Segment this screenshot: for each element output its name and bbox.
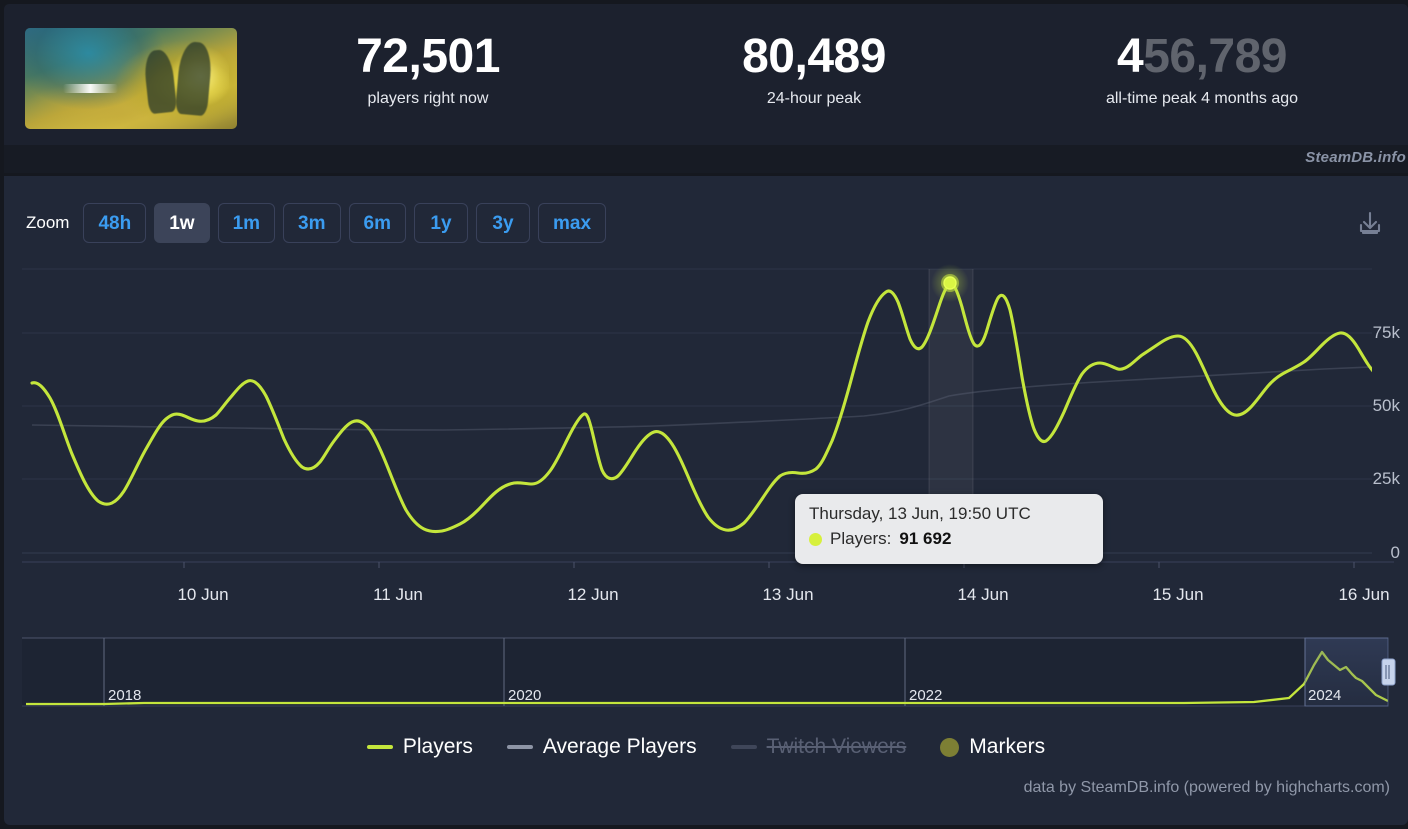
zoom-button-3y[interactable]: 3y xyxy=(475,203,530,243)
stat-value-obscured: 56,789 xyxy=(1143,30,1287,83)
capsule-highlight-streak xyxy=(63,83,119,93)
chart-panel: Zoom 48h 1w 1m 3m 6m 1y 3y max 75k 50k 2… xyxy=(4,176,1408,825)
watermark-bar: SteamDB.info xyxy=(4,145,1408,173)
chart-legend: Players Average Players Twitch Viewers M… xyxy=(4,735,1408,759)
y-axis-label-75k: 75k xyxy=(1372,323,1400,342)
navigator-label-2024: 2024 xyxy=(1308,687,1342,704)
navigator-label-2022: 2022 xyxy=(909,687,943,704)
zoom-button-6m[interactable]: 6m xyxy=(348,203,406,243)
chart-credits[interactable]: data by SteamDB.info (powered by highcha… xyxy=(1024,779,1390,797)
stat-label: all-time peak 4 months ago xyxy=(1105,90,1299,107)
legend-item-markers[interactable]: Markers xyxy=(940,735,1045,759)
steamdb-chart-page: 72,501 players right now 80,489 24-hour … xyxy=(0,0,1408,829)
legend-item-players[interactable]: Players xyxy=(366,735,473,759)
legend-label-markers: Markers xyxy=(969,735,1046,758)
tooltip-series-marker-icon xyxy=(809,532,822,546)
legend-line-icon-players xyxy=(366,745,393,749)
legend-item-average-players[interactable]: Average Players xyxy=(506,735,697,759)
download-icon[interactable] xyxy=(1348,204,1392,244)
stat-players-now: 72,501 players right now xyxy=(254,26,602,110)
stat-all-time-peak: 456,789 all-time peak 4 months ago xyxy=(1026,26,1378,110)
stats-card: 72,501 players right now 80,489 24-hour … xyxy=(4,4,1408,145)
x-axis-label-11-jun: 11 Jun xyxy=(373,585,423,604)
plot-area xyxy=(4,176,1408,825)
stat-value: 456,789 xyxy=(1026,26,1378,88)
legend-line-icon-twitch-viewers xyxy=(730,745,757,749)
y-axis-label-0: 0 xyxy=(1390,543,1400,562)
zoom-button-max[interactable]: max xyxy=(537,203,607,243)
tooltip-series-row: Players: 91 692 xyxy=(809,526,1089,552)
navigator-label-2018: 2018 xyxy=(108,687,142,704)
x-axis-label-13-jun: 13 Jun xyxy=(762,585,814,604)
stat-24h-peak: 80,489 24-hour peak xyxy=(640,26,988,110)
stat-value-visible-digit: 4 xyxy=(1116,30,1144,83)
zoom-button-3m[interactable]: 3m xyxy=(283,203,341,243)
zoom-button-48h[interactable]: 48h xyxy=(83,203,147,243)
legend-dot-icon-markers xyxy=(940,737,960,757)
legend-item-twitch-viewers[interactable]: Twitch Viewers xyxy=(730,735,907,759)
steamdb-watermark: SteamDB.info xyxy=(1305,149,1406,166)
legend-label-twitch-viewers: Twitch Viewers xyxy=(766,735,907,758)
navigator-label-2020: 2020 xyxy=(508,687,542,704)
tooltip-date: Thursday, 13 Jun, 19:50 UTC xyxy=(809,504,1031,523)
x-axis-label-12-jun: 12 Jun xyxy=(567,585,619,604)
tooltip-series-label: Players: xyxy=(830,529,892,548)
stat-value: 80,489 xyxy=(742,30,886,83)
chart-tooltip: Thursday, 13 Jun, 19:50 UTC Players: 91 … xyxy=(795,494,1103,564)
y-axis-label-25k: 25k xyxy=(1372,469,1400,488)
zoom-label: Zoom xyxy=(26,213,70,232)
stat-label: 24-hour peak xyxy=(766,90,862,107)
zoom-range-selector: Zoom 48h 1w 1m 3m 6m 1y 3y max xyxy=(26,202,607,244)
x-axis-label-16-jun: 16 Jun xyxy=(1338,585,1390,604)
zoom-button-1w[interactable]: 1w xyxy=(154,203,210,243)
legend-label-average-players: Average Players xyxy=(542,735,697,758)
legend-label-players: Players xyxy=(402,735,473,758)
x-axis-label-10-jun: 10 Jun xyxy=(177,585,229,604)
legend-line-icon-average-players xyxy=(506,745,533,749)
x-axis-label-15-jun: 15 Jun xyxy=(1152,585,1204,604)
tooltip-value: 91 692 xyxy=(899,529,952,548)
x-axis-label-14-jun: 14 Jun xyxy=(957,585,1009,604)
stat-value: 72,501 xyxy=(356,30,500,83)
zoom-button-1y[interactable]: 1y xyxy=(413,203,468,243)
y-axis-label-50k: 50k xyxy=(1372,396,1400,415)
game-capsule-image[interactable] xyxy=(25,28,237,129)
zoom-button-1m[interactable]: 1m xyxy=(217,203,276,243)
stat-label: players right now xyxy=(367,90,489,107)
